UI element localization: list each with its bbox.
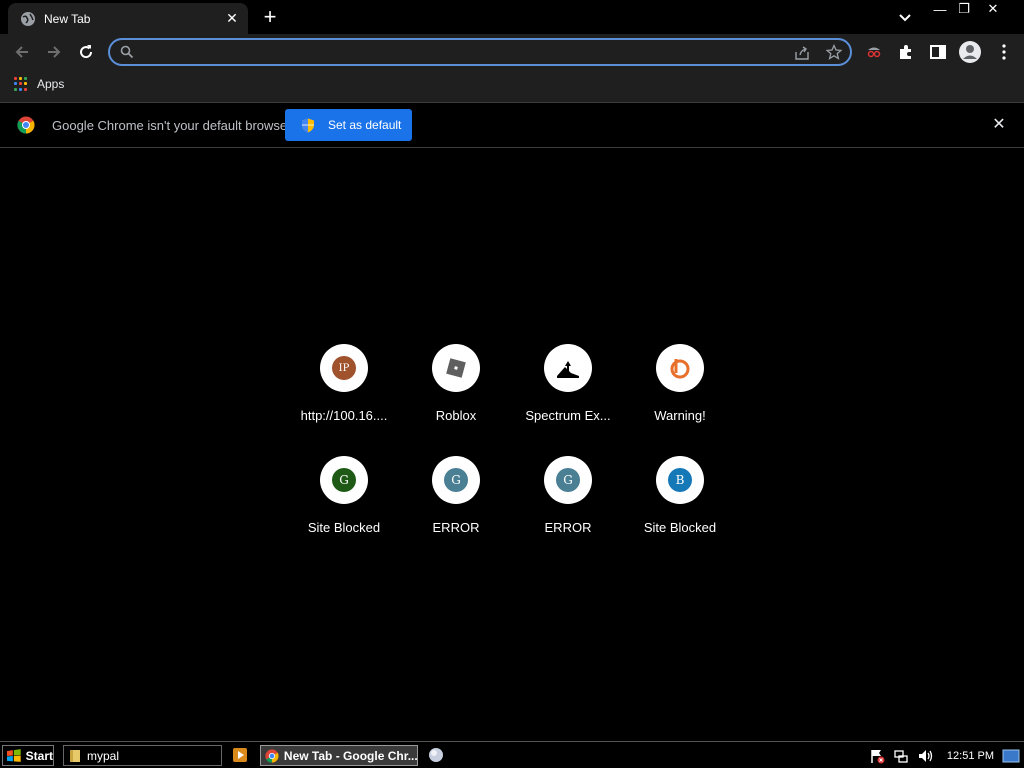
network-icon[interactable] bbox=[893, 748, 909, 764]
back-button[interactable] bbox=[11, 41, 33, 63]
globe-orb-icon[interactable] bbox=[428, 747, 444, 763]
show-desktop-icon[interactable] bbox=[1002, 748, 1020, 764]
chrome-logo-icon bbox=[265, 748, 279, 763]
reload-icon bbox=[80, 45, 93, 59]
shortcut-tile[interactable]: Warning! bbox=[624, 336, 736, 448]
shortcut-tile[interactable]: G ERROR bbox=[512, 448, 624, 560]
search-icon bbox=[120, 45, 134, 59]
volume-icon[interactable] bbox=[917, 748, 933, 764]
media-player-icon[interactable] bbox=[232, 747, 248, 763]
address-input[interactable] bbox=[142, 42, 782, 62]
apps-grid-icon bbox=[14, 77, 28, 91]
forward-arrow-icon bbox=[48, 46, 61, 58]
system-tray: 12:51 PM bbox=[861, 745, 1024, 766]
taskbar: Start mypal New Tab - Google Chr... 12:5… bbox=[0, 741, 1024, 768]
shortcut-label: http://100.16.... bbox=[300, 408, 388, 423]
forward-button[interactable] bbox=[43, 41, 65, 63]
taskbar-item-label: New Tab - Google Chr... bbox=[283, 748, 417, 763]
set-as-default-label: Set as default bbox=[328, 118, 402, 132]
apps-shortcut[interactable]: Apps bbox=[14, 77, 64, 91]
shortcut-label: ERROR bbox=[544, 520, 592, 535]
shortcut-label: Roblox bbox=[435, 408, 477, 423]
address-bar[interactable] bbox=[108, 38, 852, 66]
share-icon[interactable] bbox=[794, 45, 810, 61]
toolbar bbox=[0, 34, 1024, 70]
taskbar-item-mypal[interactable]: mypal bbox=[63, 745, 222, 766]
bookmarks-bar: Apps bbox=[0, 70, 1024, 102]
taskbar-item-label: mypal bbox=[87, 748, 120, 763]
back-arrow-icon bbox=[15, 46, 28, 58]
shortcut-label: Warning! bbox=[654, 408, 706, 423]
infobar-message: Google Chrome isn't your default browser bbox=[52, 118, 292, 133]
tab-close-icon[interactable]: ✕ bbox=[224, 10, 240, 27]
infobar-close-icon[interactable]: ✕ bbox=[990, 116, 1008, 134]
tab-new-tab[interactable]: New Tab ✕ bbox=[8, 3, 248, 34]
window-controls: — ❐ ✕ bbox=[928, 0, 1010, 18]
bookmark-star-icon[interactable] bbox=[826, 44, 842, 60]
warning-b-icon bbox=[670, 359, 690, 379]
chrome-logo-icon bbox=[17, 116, 35, 134]
new-tab-button[interactable]: + bbox=[258, 6, 282, 30]
extension-spy-icon[interactable] bbox=[864, 42, 884, 62]
reload-button[interactable] bbox=[75, 41, 97, 63]
folder-icon bbox=[70, 749, 80, 762]
roblox-icon bbox=[446, 358, 466, 378]
letter-b-favicon-icon: B bbox=[668, 468, 692, 492]
shortcut-tile[interactable]: G ERROR bbox=[400, 448, 512, 560]
ip-favicon-icon: IP bbox=[332, 356, 356, 380]
shortcut-label: Spectrum Ex... bbox=[525, 408, 611, 423]
tab-title: New Tab bbox=[44, 11, 91, 26]
shortcut-tile[interactable]: IP http://100.16.... bbox=[288, 336, 400, 448]
shortcut-tile[interactable]: Roblox bbox=[400, 336, 512, 448]
globe-icon bbox=[21, 11, 35, 26]
letter-g-favicon-icon: G bbox=[556, 468, 580, 492]
shortcut-label: Site Blocked bbox=[643, 520, 717, 535]
shortcut-label: ERROR bbox=[432, 520, 480, 535]
tab-search-chevron-icon[interactable] bbox=[896, 8, 914, 26]
apps-label: Apps bbox=[37, 77, 65, 91]
action-center-flag-icon[interactable] bbox=[869, 748, 885, 764]
extensions-puzzle-icon[interactable] bbox=[896, 42, 916, 62]
restore-button[interactable]: ❐ bbox=[952, 0, 976, 18]
taskbar-item-chrome[interactable]: New Tab - Google Chr... bbox=[260, 745, 418, 766]
shortcut-tile[interactable]: B Site Blocked bbox=[624, 448, 736, 560]
letter-g-favicon-icon: G bbox=[444, 468, 468, 492]
default-browser-infobar: Google Chrome isn't your default browser… bbox=[0, 102, 1024, 148]
side-panel-icon[interactable] bbox=[928, 42, 948, 62]
set-as-default-button[interactable]: Set as default bbox=[285, 109, 412, 141]
shortcut-tile[interactable]: Spectrum Ex... bbox=[512, 336, 624, 448]
tab-strip: New Tab ✕ + — ❐ ✕ bbox=[0, 0, 1024, 34]
window-close-button[interactable]: ✕ bbox=[976, 0, 1010, 18]
minimize-button[interactable]: — bbox=[928, 0, 952, 18]
shortcut-tiles: IP http://100.16.... Roblox Spectrum Ex.… bbox=[288, 336, 736, 560]
shield-icon bbox=[302, 118, 314, 132]
clock[interactable]: 12:51 PM bbox=[947, 750, 994, 762]
windows-flag-icon bbox=[6, 748, 21, 762]
spectrum-icon bbox=[557, 361, 579, 378]
start-label: Start bbox=[25, 748, 53, 763]
start-button[interactable]: Start bbox=[2, 745, 54, 766]
shortcut-tile[interactable]: G Site Blocked bbox=[288, 448, 400, 560]
profile-avatar-icon[interactable] bbox=[958, 40, 982, 64]
menu-kebab-icon[interactable] bbox=[994, 42, 1014, 62]
shortcut-label: Site Blocked bbox=[307, 520, 381, 535]
letter-g-favicon-icon: G bbox=[332, 468, 356, 492]
